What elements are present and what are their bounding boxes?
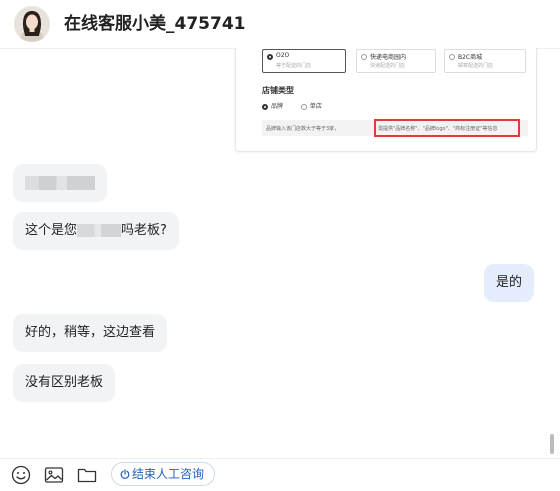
incoming-message-bubble[interactable]: 这个是您 吗老板? <box>13 212 179 250</box>
red-highlight-box <box>374 119 520 137</box>
option-label: O2O <box>276 52 290 59</box>
hint-text: 品牌输入该门店数大于等于3家， <box>266 126 340 132</box>
option-desc: 快递配送的门店 <box>370 63 406 69</box>
folder-icon[interactable] <box>77 465 97 485</box>
incoming-message-bubble[interactable] <box>13 164 107 202</box>
chat-toolbar: 结束人工咨询 <box>0 458 560 491</box>
store-type-hint: 品牌输入该门店数大于等于3家， 需提供"品牌名称"、"品牌logo"、"商标注册… <box>262 119 528 137</box>
agent-avatar <box>14 6 50 42</box>
redacted-content <box>25 175 95 190</box>
incoming-message-bubble[interactable]: 好的，稍等，这边查看 <box>13 314 168 352</box>
end-human-consult-button[interactable]: 结束人工咨询 <box>111 462 216 486</box>
avatar-image <box>14 6 50 42</box>
message-text: 是的 <box>496 275 523 290</box>
message-text: 好的，稍等，这边查看 <box>25 325 156 340</box>
message-text: 没有区别老板 <box>25 375 104 390</box>
radio-dot-icon <box>361 54 367 60</box>
power-icon <box>120 469 130 479</box>
chat-header: 在线客服小美_475741 <box>0 0 560 49</box>
message-text: 吗老板? <box>121 223 167 238</box>
radio-label-brand: 品牌 <box>271 103 284 110</box>
store-type-heading: 店铺类型 <box>262 86 294 95</box>
store-option-express: 快递电商园内 快递配送的门店 <box>356 49 436 73</box>
option-desc: 邮寄配送的门店 <box>458 63 494 69</box>
end-button-label: 结束人工咨询 <box>132 467 205 481</box>
option-label: 快递电商园内 <box>370 54 407 61</box>
redacted-content <box>77 224 122 237</box>
radio-empty-icon <box>300 103 307 110</box>
store-option-b2c: B2C商城 邮寄配送的门店 <box>444 49 526 73</box>
store-option-o2o: O2O 等于配送的门店 <box>262 49 346 73</box>
radio-label-single: 单店 <box>309 103 322 110</box>
radio-selected-icon <box>262 103 268 110</box>
chat-message-area[interactable]: O2O 等于配送的门店 快递电商园内 快递配送的门店 B2C商城 邮寄配送的门店… <box>0 48 548 458</box>
option-label: B2C商城 <box>458 54 483 61</box>
emoji-icon[interactable] <box>11 465 31 485</box>
radio-dot-icon <box>449 54 455 60</box>
chat-scrollbar[interactable] <box>550 434 554 454</box>
option-desc: 等于配送的门店 <box>276 63 312 69</box>
shared-screenshot-message[interactable]: O2O 等于配送的门店 快递电商园内 快递配送的门店 B2C商城 邮寄配送的门店… <box>235 48 537 152</box>
outgoing-message-bubble[interactable]: 是的 <box>484 264 535 302</box>
chat-title: 在线客服小美_475741 <box>64 14 246 34</box>
radio-dot-icon <box>267 54 273 60</box>
store-type-radios: 品牌 单店 <box>262 101 322 110</box>
image-icon[interactable] <box>44 465 64 485</box>
message-text: 这个是您 <box>25 223 78 238</box>
incoming-message-bubble[interactable]: 没有区别老板 <box>13 364 116 402</box>
